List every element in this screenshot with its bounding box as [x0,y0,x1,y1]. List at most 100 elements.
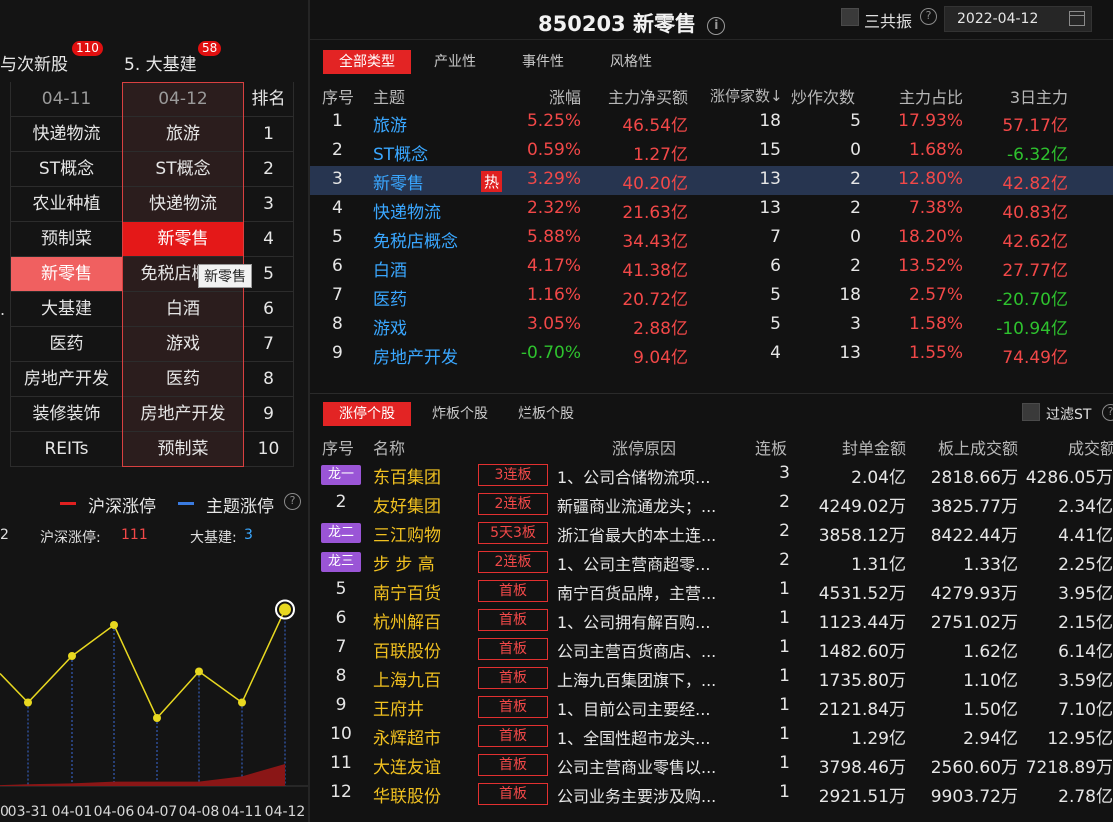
theme-row[interactable]: 6 白酒 4.17% 41.38亿 6 2 13.52% 27.77亿 [310,253,1113,282]
stock-name[interactable]: 百联股份 [373,637,441,662]
stock-name[interactable]: 华联股份 [373,782,441,807]
theme-name[interactable]: 新零售 [373,169,424,194]
col-change[interactable]: 涨幅 [481,84,581,108]
rank-cell-prev[interactable]: 医药 [10,327,122,362]
rank-cell-prev[interactable]: 房地产开发 [10,362,122,397]
stock-row[interactable]: 8 上海九百 首板 上海九百集团旗下，... 1 1735.80万 1.10亿 3.59亿 [310,663,1113,692]
help-icon[interactable]: ? [284,493,301,510]
col-seq[interactable]: 序号 [322,84,354,108]
rank-cell-curr[interactable]: 旅游 [122,117,244,152]
calendar-icon[interactable] [1069,11,1085,26]
stock-name[interactable]: 步 步 高 [373,550,435,575]
tab-limit-up-stocks[interactable]: 涨停个股 [323,402,411,426]
col-ratio[interactable]: 主力占比 [863,84,963,108]
rank-cell-prev[interactable]: 新零售 [10,257,122,292]
limit-up-reason[interactable]: 南宁百货品牌，主营... [557,580,737,604]
rank-cell-curr[interactable]: 房地产开发 [122,397,244,432]
stock-row[interactable]: 5 南宁百货 首板 南宁百货品牌，主营... 1 4531.52万 4279.93万 3.95… [310,576,1113,605]
rank-cell-curr[interactable]: 游戏 [122,327,244,362]
sangongzhen-checkbox[interactable] [841,8,859,26]
rank-cell-prev[interactable]: 预制菜 [10,222,122,257]
limit-up-reason[interactable]: 新疆商业流通龙头；... [557,493,737,517]
limit-up-reason[interactable]: 公司主营商业零售以... [557,754,737,778]
limit-up-reason[interactable]: 1、公司主营商超零... [557,551,737,575]
col-boards[interactable]: 连板 [755,435,787,459]
stock-name[interactable]: 大连友谊 [373,753,441,778]
col-vol[interactable]: 成交额 [1068,435,1113,459]
stock-row[interactable]: 龙一 东百集团 3连板 1、公司合储物流项... 3 2.04亿 2818.66万 4286.… [310,460,1113,489]
rank-cell-curr[interactable]: 快递物流 [122,187,244,222]
stock-row[interactable]: 7 百联股份 首板 公司主营百货商店、... 1 1482.60万 1.62亿 6.14亿 [310,634,1113,663]
stock-row[interactable]: 6 杭州解百 首板 1、公司拥有解百购... 1 1123.44万 2751.02万 2.15… [310,605,1113,634]
col-seq[interactable]: 序号 [322,435,354,459]
help-icon[interactable]: ? [920,8,937,25]
rank-cell-prev[interactable]: 装修装饰 [10,397,122,432]
stock-row[interactable]: 10 永辉超市 首板 1、全国性超市龙头... 1 1.29亿 2.94亿 12.95亿 [310,721,1113,750]
col-board-vol[interactable]: 板上成交额 [908,435,1018,459]
limit-up-reason[interactable]: 1、全国性超市龙头... [557,725,737,749]
theme-name[interactable]: 免税店概念 [373,227,458,252]
tab-all-types[interactable]: 全部类型 [323,50,411,74]
rank-cell-curr[interactable]: 白酒 [122,292,244,327]
col-net[interactable]: 主力净买额 [578,84,688,108]
stock-name[interactable]: 王府井 [373,695,424,720]
tab-infrastructure[interactable]: 5. 大基建 [124,50,197,75]
theme-name[interactable]: 医药 [373,285,407,310]
stock-row[interactable]: 龙三步 步 高 2连板 1、公司主营商超零... 2 1.31亿 1.33亿 2.25亿 [310,547,1113,576]
theme-name[interactable]: 快递物流 [373,198,441,223]
limit-up-reason[interactable]: 公司业务主要涉及购... [557,783,737,807]
col-reason[interactable]: 涨停原因 [612,435,676,459]
limit-up-reason[interactable]: 公司主营百货商店、... [557,638,737,662]
stock-name[interactable]: 东百集团 [373,463,441,488]
stock-name[interactable]: 友好集团 [373,492,441,517]
rank-cell-prev[interactable]: 大基建 [10,292,122,327]
rank-cell-prev[interactable]: REITs [10,432,122,467]
theme-row[interactable]: 4 快递物流 2.32% 21.63亿 13 2 7.38% 40.83亿 [310,195,1113,224]
stock-name[interactable]: 杭州解百 [373,608,441,633]
rank-cell-curr[interactable]: 预制菜 [122,432,244,467]
limit-up-reason[interactable]: 1、公司拥有解百购... [557,609,737,633]
theme-row[interactable]: 2 ST概念 0.59% 1.27亿 15 0 1.68% -6.32亿 [310,137,1113,166]
col-hype[interactable]: 炒作次数 [791,84,855,108]
stock-row[interactable]: 12 华联股份 首板 公司业务主要涉及购... 1 2921.51万 9903.72万 2.7… [310,779,1113,808]
theme-row[interactable]: 1 旅游 5.25% 46.54亿 18 5 17.93% 57.17亿 [310,108,1113,137]
col-seal[interactable]: 封单金额 [810,435,906,459]
theme-name[interactable]: 游戏 [373,314,407,339]
col-theme[interactable]: 主题 [373,84,405,108]
help-icon[interactable]: ? [1102,404,1113,421]
theme-row[interactable]: 3 新零售热 3.29% 40.20亿 13 2 12.80% 42.82亿 [310,166,1113,195]
tab-style[interactable]: 风格性 [598,50,664,74]
stock-row[interactable]: 龙二 三江购物 5天3板 浙江省最大的本土连... 2 3858.12万 8422.44万 4… [310,518,1113,547]
stock-name[interactable]: 上海九百 [373,666,441,691]
rank-cell-prev[interactable]: ST概念 [10,152,122,187]
stock-row[interactable]: 9 王府井 首板 1、目前公司主要经... 1 2121.84万 1.50亿 7.10亿 [310,692,1113,721]
tab-new-stocks[interactable]: 与次新股 [0,50,68,75]
stock-row[interactable]: 11 大连友谊 首板 公司主营商业零售以... 1 3798.46万 2560.60万 721… [310,750,1113,779]
limit-up-reason[interactable]: 1、公司合储物流项... [557,464,737,488]
theme-name[interactable]: 白酒 [373,256,407,281]
stock-row[interactable]: 2 友好集团 2连板 新疆商业流通龙头；... 2 4249.02万 3825.77万 2.3… [310,489,1113,518]
tab-broken-board[interactable]: 炸板个股 [420,402,500,426]
tab-weak-board[interactable]: 烂板个股 [506,402,586,426]
limit-up-reason[interactable]: 上海九百集团旗下，... [557,667,737,691]
filter-st-checkbox[interactable] [1022,403,1040,421]
rank-cell-curr[interactable]: 医药 [122,362,244,397]
theme-name[interactable]: ST概念 [373,140,428,165]
date-picker[interactable]: 2022-04-12 [944,6,1092,32]
limit-up-reason[interactable]: 浙江省最大的本土连... [557,522,737,546]
rank-cell-prev[interactable]: 农业种植 [10,187,122,222]
col-limit-up[interactable]: 涨停家数↓ [710,85,783,106]
limit-up-reason[interactable]: 1、目前公司主要经... [557,696,737,720]
theme-name[interactable]: 房地产开发 [373,343,458,368]
theme-name[interactable]: 旅游 [373,111,407,136]
tab-event[interactable]: 事件性 [510,50,576,74]
tab-industry[interactable]: 产业性 [422,50,488,74]
theme-row[interactable]: 7 医药 1.16% 20.72亿 5 18 2.57% -20.70亿 [310,282,1113,311]
stock-name[interactable]: 南宁百货 [373,579,441,604]
rank-cell-curr[interactable]: ST概念 [122,152,244,187]
col-3day[interactable]: 3日主力 [968,84,1068,108]
stock-name[interactable]: 三江购物 [373,521,441,546]
theme-row[interactable]: 8 游戏 3.05% 2.88亿 5 3 1.58% -10.94亿 [310,311,1113,340]
theme-row[interactable]: 9 房地产开发 -0.70% 9.04亿 4 13 1.55% 74.49亿 [310,340,1113,369]
theme-row[interactable]: 5 免税店概念 5.88% 34.43亿 7 0 18.20% 42.62亿 [310,224,1113,253]
